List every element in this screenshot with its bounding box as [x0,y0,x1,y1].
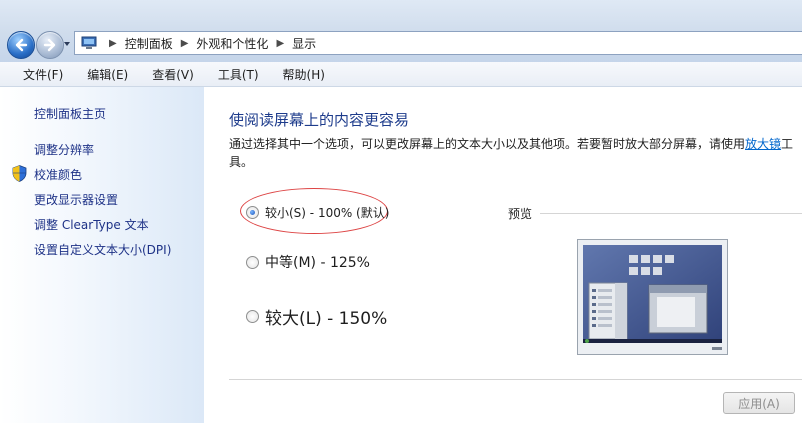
page-description: 通过选择其中一个选项，可以更改屏幕上的文本大小以及其他项。若要暂时放大部分屏幕，… [229,135,799,171]
radio-medium[interactable] [246,255,259,269]
preview-label: 预览 [508,207,533,221]
menu-bar: 文件(F) 编辑(E) 查看(V) 工具(T) 帮助(H) [0,62,802,87]
menu-edit[interactable]: 编辑(E) [81,66,134,83]
uac-shield-icon [12,165,27,182]
link-adjust-resolution[interactable]: 调整分辨率 [34,141,94,158]
magnifier-link[interactable]: 放大镜 [745,137,781,151]
chevron-right-icon[interactable]: ▶ [109,38,117,49]
recent-pages-dropdown[interactable] [63,40,71,48]
chevron-right-icon[interactable]: ▶ [181,38,189,49]
forward-button[interactable] [36,31,64,59]
crumb-control-panel[interactable]: 控制面板 [125,35,173,52]
link-set-custom-dpi[interactable]: 设置自定义文本大小(DPI) [34,241,171,258]
option-larger[interactable]: 较大(L) - 150% [246,304,387,329]
address-field[interactable]: ▶ 控制面板 ▶ 外观和个性化 ▶ 显示 [74,31,802,55]
link-control-panel-home[interactable]: 控制面板主页 [34,105,106,122]
main-content: 使阅读屏幕上的内容更容易 通过选择其中一个选项，可以更改屏幕上的文本大小以及其他… [204,87,802,423]
preview-divider [540,213,802,214]
link-change-display-settings[interactable]: 更改显示器设置 [34,191,118,208]
radio-larger[interactable] [246,310,259,323]
option-smaller-label: 较小(S) - 100% (默认) [265,206,390,220]
menu-view[interactable]: 查看(V) [146,66,200,83]
display-preview-image [577,239,728,355]
task-pane: 控制面板主页 调整分辨率 校准颜色 更改显示器设置 调整 ClearType 文… [0,87,204,423]
control-panel-icon [81,36,97,49]
page-title: 使阅读屏幕上的内容更容易 [229,111,410,129]
menu-file[interactable]: 文件(F) [17,66,69,83]
option-medium-label: 中等(M) - 125% [265,255,370,271]
crumb-appearance[interactable]: 外观和个性化 [196,35,268,52]
radio-smaller[interactable] [246,206,259,219]
navigation-bar: ▶ 控制面板 ▶ 外观和个性化 ▶ 显示 [0,0,802,62]
link-adjust-cleartype[interactable]: 调整 ClearType 文本 [34,216,149,233]
menu-tools[interactable]: 工具(T) [212,66,265,83]
option-smaller[interactable]: 较小(S) - 100% (默认) [246,204,389,221]
crumb-display[interactable]: 显示 [292,35,316,52]
link-calibrate-color[interactable]: 校准颜色 [34,166,82,183]
description-text: 通过选择其中一个选项，可以更改屏幕上的文本大小以及其他项。若要暂时放大部分屏幕，… [229,137,746,151]
arrow-left-icon [15,38,28,52]
option-larger-label: 较大(L) - 150% [265,309,388,329]
back-button[interactable] [7,31,35,59]
menu-help[interactable]: 帮助(H) [277,66,331,83]
chevron-right-icon[interactable]: ▶ [276,38,284,49]
option-medium[interactable]: 中等(M) - 125% [246,252,370,272]
arrow-right-icon [43,38,56,52]
apply-button[interactable]: 应用(A) [723,392,795,414]
bottom-divider [229,379,802,380]
